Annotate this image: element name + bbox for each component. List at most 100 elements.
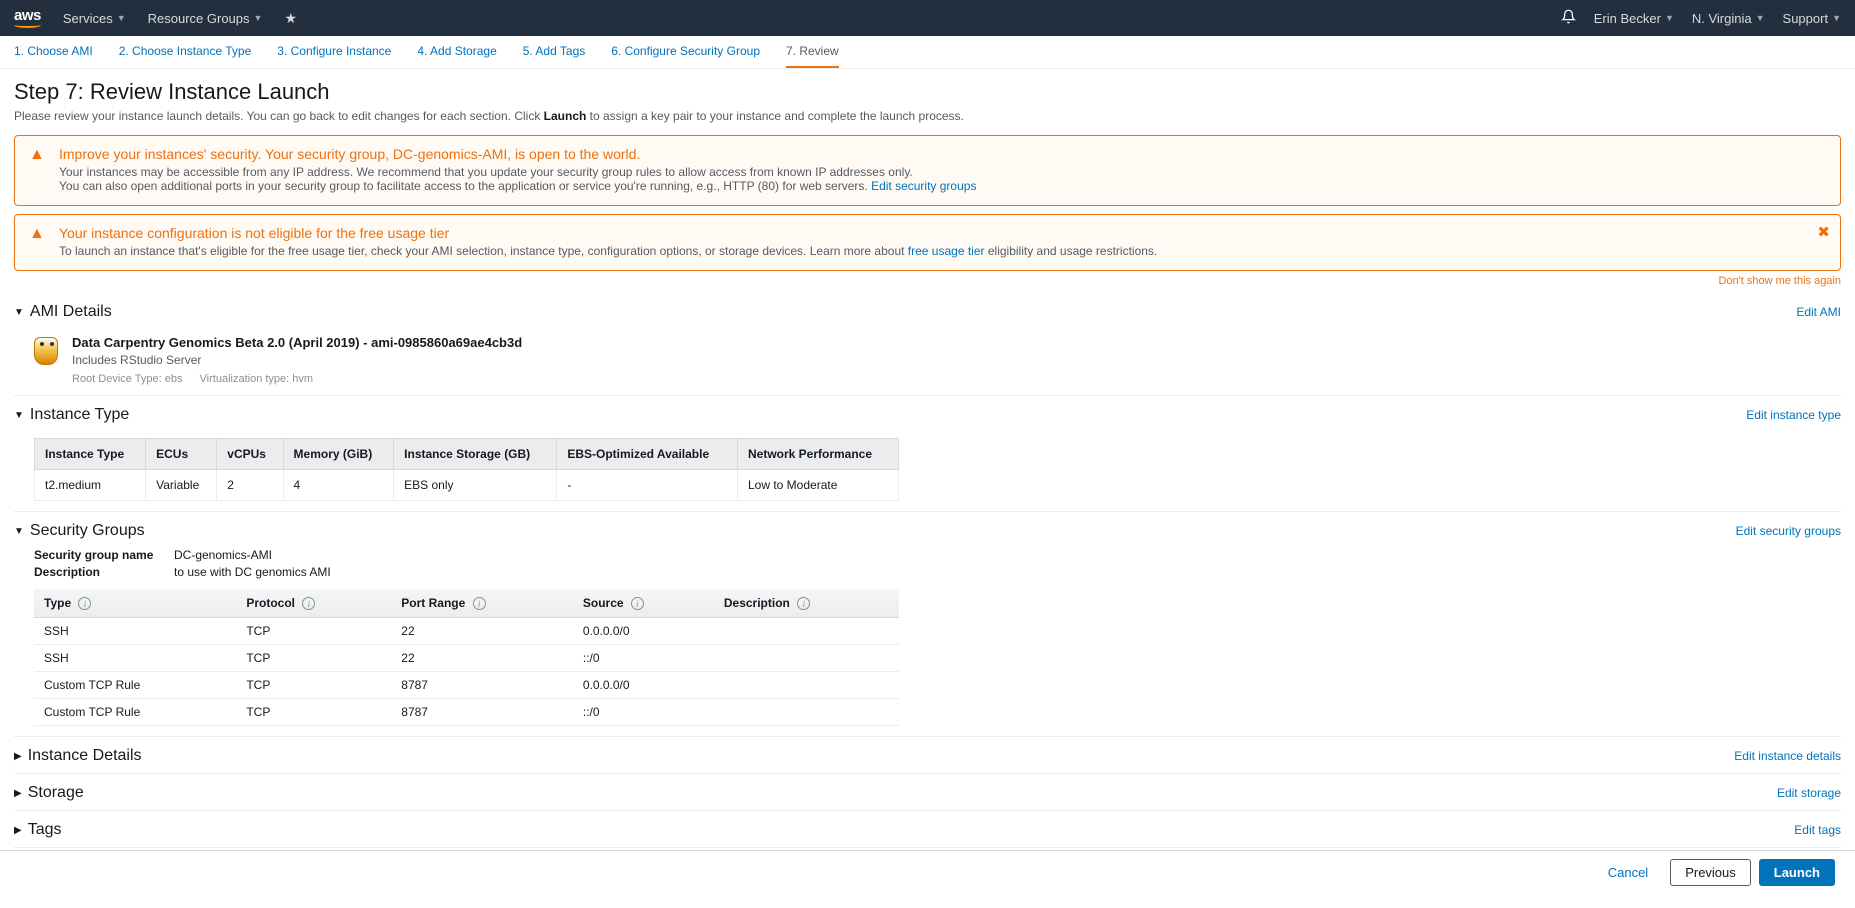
table-cell: Custom TCP Rule [34,699,236,726]
close-icon[interactable]: ✖ [1817,223,1830,241]
warning-icon: ▲ [29,225,45,243]
table-cell: 0.0.0.0/0 [573,618,714,645]
table-cell: Custom TCP Rule [34,672,236,699]
table-cell: Variable [146,470,217,501]
table-header: Description i [714,589,899,618]
table-cell: 8787 [391,672,573,699]
section-title: Security Groups [30,522,145,540]
section-ami-details: ▼ AMI Details Edit AMI Data Carpentry Ge… [14,293,1841,396]
launch-button[interactable]: Launch [1759,859,1835,886]
bell-icon[interactable] [1561,9,1576,28]
expand-caret-icon[interactable]: ▶ [14,788,22,799]
alert-title: Your instance configuration is not eligi… [59,225,1826,241]
top-nav: aws Services ▼ Resource Groups ▼ ★ Erin … [0,0,1855,36]
table-cell: TCP [236,618,391,645]
nav-support[interactable]: Support ▼ [1783,11,1841,26]
wizard-step-1[interactable]: 1. Choose AMI [14,44,93,68]
collapse-caret-icon[interactable]: ▼ [14,410,24,421]
table-row: SSHTCP220.0.0.0/0 [34,618,899,645]
table-cell: 8787 [391,699,573,726]
edit-security-groups-link[interactable]: Edit security groups [871,179,976,193]
chevron-down-icon: ▼ [117,13,126,23]
collapse-caret-icon[interactable]: ▼ [14,526,24,537]
nav-region[interactable]: N. Virginia ▼ [1692,11,1765,26]
table-header: Port Range i [391,589,573,618]
linux-icon [34,337,58,365]
table-header: Memory (GiB) [283,439,394,470]
table-cell: t2.medium [35,470,146,501]
info-icon[interactable]: i [631,597,644,610]
table-header: Instance Storage (GB) [394,439,557,470]
aws-logo[interactable]: aws [14,7,41,30]
table-header: vCPUs [217,439,283,470]
edit-tags-link[interactable]: Edit tags [1794,823,1841,837]
info-icon[interactable]: i [473,597,486,610]
nav-services-label: Services [63,11,113,26]
nav-resource-groups-label: Resource Groups [148,11,250,26]
edit-instance-details-link[interactable]: Edit instance details [1734,749,1841,763]
table-header: Protocol i [236,589,391,618]
info-icon[interactable]: i [797,597,810,610]
wizard-step-6[interactable]: 6. Configure Security Group [611,44,760,68]
wizard-step-4[interactable]: 4. Add Storage [417,44,496,68]
nav-services[interactable]: Services ▼ [63,11,126,26]
wizard-steps: 1. Choose AMI 2. Choose Instance Type 3. C… [0,36,1855,69]
free-usage-tier-link[interactable]: free usage tier [908,244,985,258]
nav-user-label: Erin Becker [1594,11,1661,26]
section-title: Storage [28,784,84,802]
edit-ami-link[interactable]: Edit AMI [1796,305,1841,319]
security-group-rules-table: Type iProtocol iPort Range iSource iDesc… [34,589,899,726]
chevron-down-icon: ▼ [1832,13,1841,23]
section-title: AMI Details [30,303,112,321]
table-row: SSHTCP22::/0 [34,645,899,672]
table-header: Instance Type [35,439,146,470]
table-cell: 22 [391,645,573,672]
table-cell: Low to Moderate [737,470,898,501]
table-cell: SSH [34,645,236,672]
sg-desc-value: to use with DC genomics AMI [174,565,331,579]
table-cell: SSH [34,618,236,645]
sg-name-value: DC-genomics-AMI [174,548,272,562]
wizard-step-3[interactable]: 3. Configure Instance [277,44,391,68]
nav-user[interactable]: Erin Becker ▼ [1594,11,1674,26]
pin-icon[interactable]: ★ [284,10,297,27]
dont-show-link[interactable]: Don't show me this again [1718,275,1841,287]
table-cell: EBS only [394,470,557,501]
info-icon[interactable]: i [78,597,91,610]
table-cell: ::/0 [573,699,714,726]
ami-meta: Root Device Type: ebs Virtualization typ… [72,373,522,385]
wizard-step-7: 7. Review [786,44,839,68]
table-cell: 4 [283,470,394,501]
nav-resource-groups[interactable]: Resource Groups ▼ [148,11,263,26]
dont-show-again: Don't show me this again [14,275,1841,287]
section-storage: ▶ Storage Edit storage [14,774,1841,811]
expand-caret-icon[interactable]: ▶ [14,825,22,836]
page-subtitle: Please review your instance launch detai… [14,109,1841,123]
wizard-step-2[interactable]: 2. Choose Instance Type [119,44,252,68]
info-icon[interactable]: i [302,597,315,610]
table-cell [714,645,899,672]
table-cell: 2 [217,470,283,501]
sg-name-label: Security group name [34,548,174,562]
alert-line: Your instances may be accessible from an… [59,165,1826,179]
section-title: Instance Type [30,406,129,424]
alert-line: To launch an instance that's eligible fo… [59,244,1826,258]
edit-instance-type-link[interactable]: Edit instance type [1746,408,1841,422]
edit-storage-link[interactable]: Edit storage [1777,786,1841,800]
warning-icon: ▲ [29,146,45,164]
table-cell: TCP [236,672,391,699]
edit-security-groups-link[interactable]: Edit security groups [1736,524,1841,538]
table-cell [714,672,899,699]
expand-caret-icon[interactable]: ▶ [14,751,22,762]
chevron-down-icon: ▼ [254,13,263,23]
cancel-button[interactable]: Cancel [1594,860,1662,885]
previous-button[interactable]: Previous [1670,859,1751,886]
wizard-step-5[interactable]: 5. Add Tags [523,44,586,68]
collapse-caret-icon[interactable]: ▼ [14,307,24,318]
table-cell: - [557,470,738,501]
section-instance-type: ▼ Instance Type Edit instance type Insta… [14,396,1841,512]
nav-region-label: N. Virginia [1692,11,1752,26]
chevron-down-icon: ▼ [1665,13,1674,23]
ami-name: Data Carpentry Genomics Beta 2.0 (April … [72,335,522,350]
table-cell [714,699,899,726]
